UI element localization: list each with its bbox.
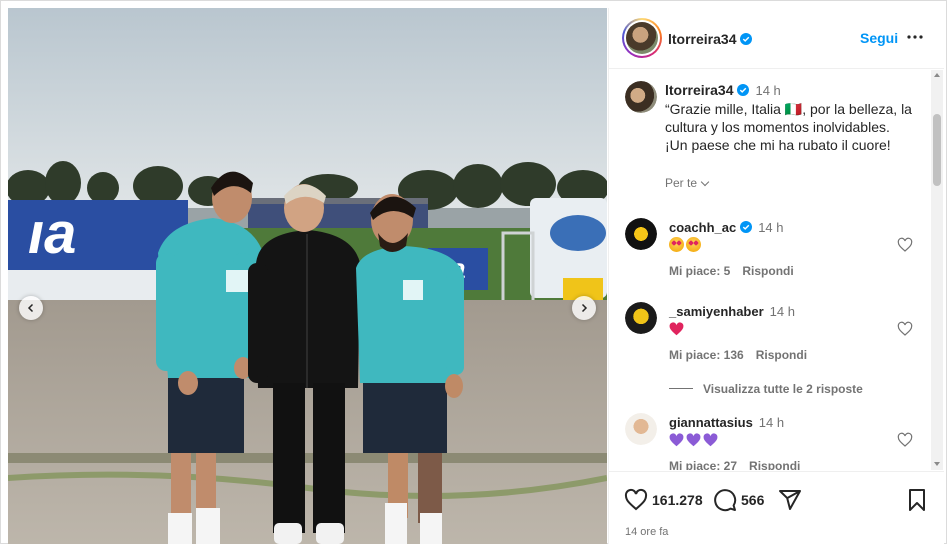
author-avatar[interactable] <box>622 18 662 58</box>
comment-meta: Mi piace: 5 Rispondi <box>669 264 794 278</box>
previous-photo-button[interactable] <box>19 296 43 320</box>
purple-heart-emoji <box>703 433 718 447</box>
commenter-info: giannattasius 14 h <box>669 415 785 430</box>
commenter-avatar[interactable] <box>625 413 657 445</box>
photo-illustration: ıa na <box>8 8 607 544</box>
commenter-avatar[interactable] <box>625 218 657 250</box>
chevron-down-icon <box>700 177 710 187</box>
commenter-info: coachh_ac 14 h <box>669 220 784 235</box>
comment-text <box>669 237 703 253</box>
comment-meta: Mi piace: 136 Rispondi <box>669 348 807 362</box>
comment-text <box>669 321 686 337</box>
author-username[interactable]: ltorreira34 <box>668 31 753 49</box>
comment-meta: Mi piace: 27 Rispondi <box>669 459 800 470</box>
caption-time: 14 h <box>755 83 781 98</box>
purple-heart-emoji <box>669 433 684 447</box>
scroll-up-arrow[interactable] <box>934 73 940 77</box>
heart-icon[interactable] <box>897 432 913 448</box>
comment-text <box>669 432 720 448</box>
more-icon[interactable] <box>906 28 924 46</box>
heart-icon <box>624 488 648 511</box>
comments-scrollbar[interactable] <box>931 70 943 470</box>
heart-icon[interactable] <box>897 321 913 337</box>
heart-icon[interactable] <box>897 237 913 253</box>
next-photo-button[interactable] <box>572 296 596 320</box>
reply-button[interactable]: Rispondi <box>749 459 800 470</box>
comment-likes[interactable]: Mi piace: 5 <box>669 264 730 278</box>
purple-heart-emoji <box>686 433 701 447</box>
verified-icon <box>740 33 753 45</box>
post-side-panel: ltorreira34 Segui ltorreira34 14 h “Grazi… <box>608 8 944 544</box>
chevron-right-icon <box>581 303 588 313</box>
scroll-down-arrow[interactable] <box>934 462 940 466</box>
post-timestamp[interactable]: 14 ore fa <box>625 526 668 538</box>
see-translation-link[interactable]: Per te <box>665 176 710 190</box>
caption-author: ltorreira34 14 h <box>665 82 781 98</box>
scrollbar-thumb[interactable] <box>933 114 941 186</box>
post-header: ltorreira34 Segui <box>609 8 944 69</box>
reply-button[interactable]: Rispondi <box>742 264 793 278</box>
comments-count: 566 <box>741 492 765 508</box>
verified-icon <box>740 221 753 233</box>
svg-text:ıa: ıa <box>28 201 76 266</box>
comments-list[interactable]: ltorreira34 14 h “Grazie mille, Italia 🇮🇹… <box>609 70 944 470</box>
comment-button[interactable]: 566 <box>713 488 764 512</box>
commenter-info: _samiyenhaber 14 h <box>669 304 795 319</box>
comment-likes[interactable]: Mi piace: 27 <box>669 459 737 470</box>
comment-likes[interactable]: Mi piace: 136 <box>669 348 744 362</box>
view-replies-link[interactable]: Visualizza tutte le 2 risposte <box>669 382 863 396</box>
red-heart-emoji <box>669 322 684 336</box>
save-button[interactable] <box>905 488 929 512</box>
commenter-avatar[interactable] <box>625 302 657 334</box>
caption-text: “Grazie mille, Italia 🇮🇹, por la belleza… <box>665 101 912 153</box>
heart-eyes-emoji <box>686 237 701 252</box>
post-actions-bar: 161.278 566 14 ore fa <box>609 471 944 544</box>
comment-icon <box>714 489 737 512</box>
chevron-left-icon <box>27 303 34 313</box>
share-icon <box>779 490 801 510</box>
caption-author-avatar[interactable] <box>625 81 657 113</box>
bookmark-icon <box>909 489 925 511</box>
share-button[interactable] <box>778 488 802 512</box>
likes-count[interactable]: 161.278 <box>652 492 703 508</box>
verified-icon <box>737 84 750 96</box>
follow-button[interactable]: Segui <box>860 30 898 46</box>
heart-eyes-emoji <box>669 237 684 252</box>
reply-button[interactable]: Rispondi <box>756 348 807 362</box>
like-button[interactable]: 161.278 <box>624 488 703 512</box>
post-photo[interactable]: ıa na <box>8 8 607 544</box>
